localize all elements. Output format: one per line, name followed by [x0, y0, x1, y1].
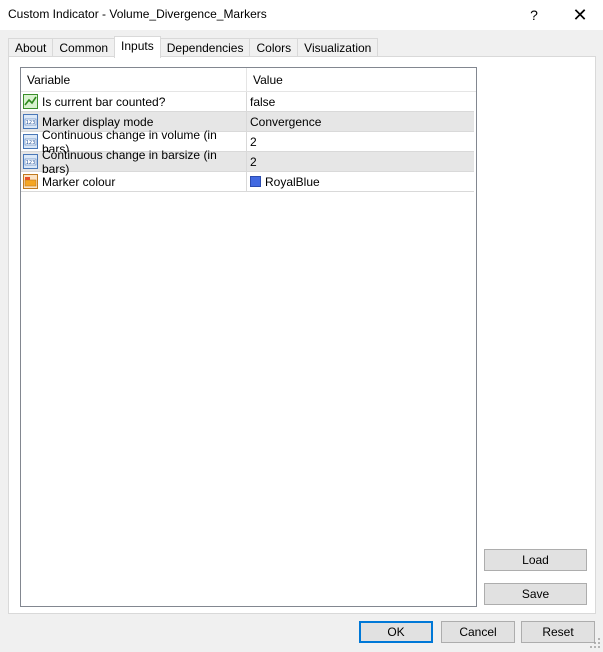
inputs-grid: Variable Value Is current bar counted? f… — [20, 67, 477, 607]
variable-label: Marker display mode — [42, 114, 154, 129]
table-row[interactable]: 123 Continuous change in barsize (in bar… — [21, 148, 474, 176]
value-cell[interactable]: false — [247, 92, 474, 111]
tab-about[interactable]: About — [8, 38, 54, 58]
value-text: 2 — [250, 154, 257, 169]
variable-cell: Is current bar counted? — [21, 92, 247, 111]
value-cell[interactable]: RoyalBlue — [247, 172, 474, 191]
color-swatch — [250, 176, 261, 187]
tab-dependencies[interactable]: Dependencies — [159, 38, 251, 58]
numeric-icon: 123 — [23, 114, 38, 129]
table-row[interactable]: Is current bar counted? false — [21, 92, 474, 112]
table-row[interactable]: Marker colour RoyalBlue — [21, 172, 474, 192]
svg-text:123: 123 — [26, 120, 36, 126]
tab-common[interactable]: Common — [52, 38, 116, 58]
column-header-variable[interactable]: Variable — [21, 68, 247, 92]
tab-visualization[interactable]: Visualization — [297, 38, 379, 58]
cancel-button[interactable]: Cancel — [441, 621, 515, 643]
load-button[interactable]: Load — [484, 549, 587, 571]
inputs-panel: Variable Value Is current bar counted? f… — [8, 56, 596, 614]
close-icon: ✕ — [572, 4, 588, 25]
value-cell[interactable]: 2 — [247, 152, 474, 171]
value-cell[interactable]: 2 — [247, 132, 474, 151]
variable-label: Marker colour — [42, 174, 116, 189]
tab-strip: About Common Inputs Dependencies Colors … — [8, 36, 379, 58]
value-cell[interactable]: Convergence — [247, 112, 474, 131]
help-icon: ? — [530, 7, 538, 23]
variable-cell: 123 Continuous change in barsize (in bar… — [21, 148, 247, 176]
variable-label: Is current bar counted? — [42, 94, 166, 109]
numeric-icon: 123 — [23, 154, 38, 169]
title-bar: Custom Indicator - Volume_Divergence_Mar… — [0, 0, 603, 30]
column-header-value[interactable]: Value — [247, 68, 477, 92]
boolean-icon — [23, 94, 38, 109]
svg-text:123: 123 — [26, 160, 36, 166]
value-text: RoyalBlue — [265, 174, 320, 189]
save-button[interactable]: Save — [484, 583, 587, 605]
reset-button[interactable]: Reset — [521, 621, 595, 643]
ok-button[interactable]: OK — [359, 621, 433, 643]
tab-inputs[interactable]: Inputs — [114, 36, 161, 58]
tab-colors[interactable]: Colors — [249, 38, 299, 58]
help-button[interactable]: ? — [511, 0, 557, 30]
value-text: Convergence — [250, 114, 322, 129]
close-button[interactable]: ✕ — [557, 0, 603, 30]
variable-cell: Marker colour — [21, 172, 247, 191]
value-text: false — [250, 94, 276, 109]
numeric-icon: 123 — [23, 134, 38, 149]
window-title: Custom Indicator - Volume_Divergence_Mar… — [8, 7, 267, 21]
color-icon — [23, 174, 38, 189]
value-text: 2 — [250, 134, 257, 149]
grid-header: Variable Value — [21, 68, 476, 92]
resize-grip-icon[interactable] — [589, 637, 601, 649]
svg-text:123: 123 — [26, 140, 36, 146]
